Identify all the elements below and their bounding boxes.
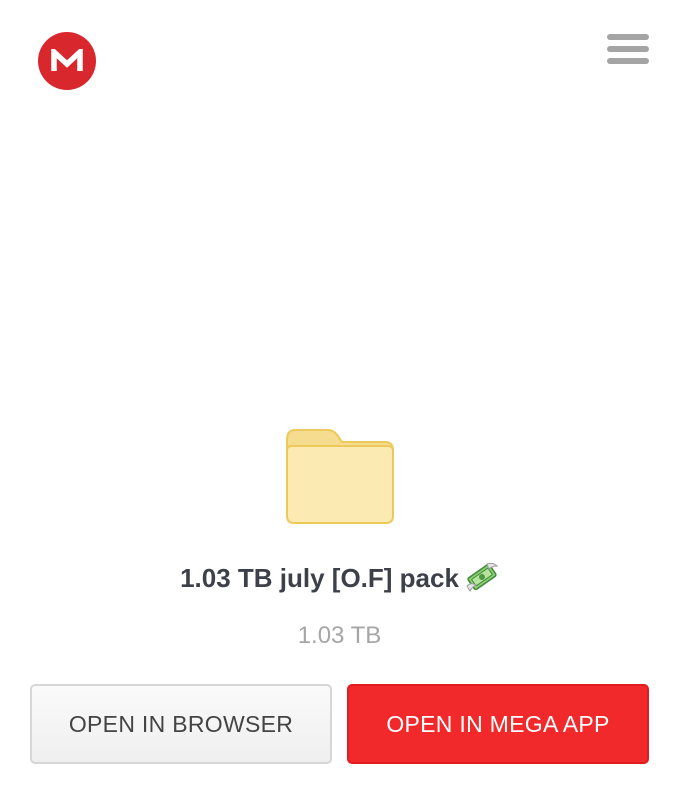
open-in-mega-app-button[interactable]: OPEN IN MEGA APP <box>347 684 649 764</box>
menu-line <box>607 46 649 52</box>
file-name-text: 1.03 TB july [O.F] pack <box>180 563 459 593</box>
menu-line <box>607 58 649 64</box>
mega-file-link-page: 1.03 TB july [O.F] pack 1.03 TB OPEN IN … <box>0 0 679 800</box>
mega-logo-letter-icon <box>51 49 83 71</box>
file-name: 1.03 TB july [O.F] pack <box>0 562 679 599</box>
folder-icon <box>284 428 396 526</box>
hamburger-menu-icon[interactable] <box>604 32 654 66</box>
money-with-wings-icon <box>465 562 499 599</box>
mega-logo-icon[interactable] <box>38 32 96 90</box>
open-in-browser-button[interactable]: OPEN IN BROWSER <box>30 684 332 764</box>
file-size: 1.03 TB <box>297 622 382 649</box>
menu-line <box>607 34 649 40</box>
